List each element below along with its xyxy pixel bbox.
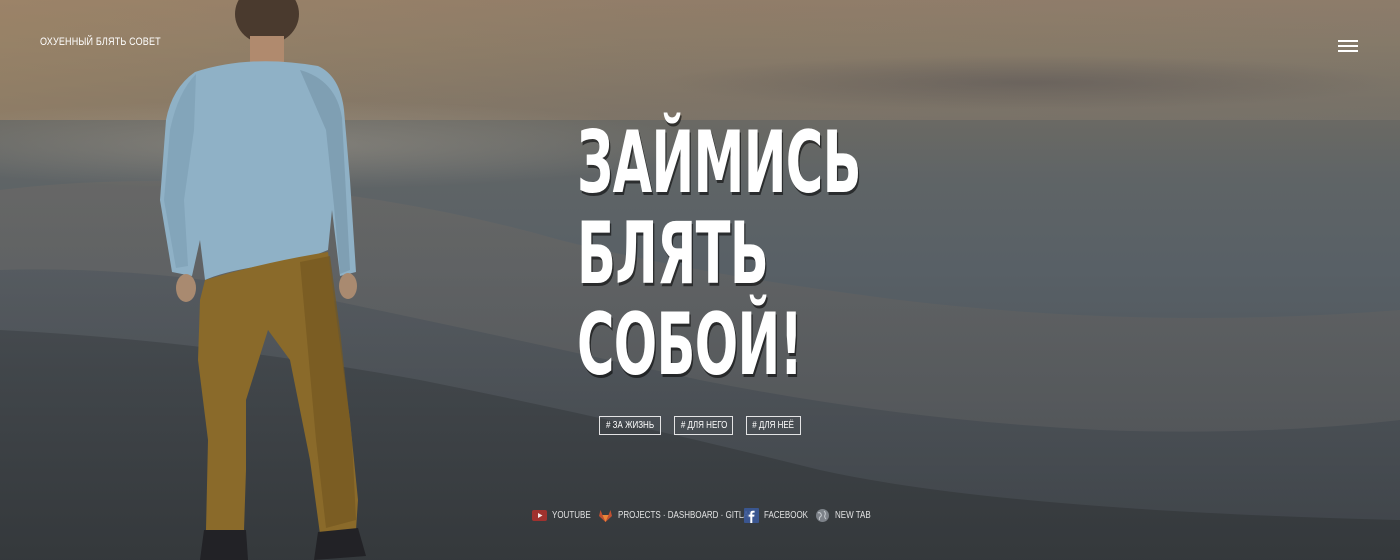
headline-line-2: БЛЯТЬ (577, 204, 769, 304)
tag-label: # ДЛЯ НЕЁ (752, 420, 795, 431)
bookmarks-bar: YOUTUBE PROJECTS · DASHBOARD · GITLAB FA… (532, 507, 892, 525)
hamburger-menu-icon[interactable] (1336, 38, 1360, 54)
bookmark-label: YOUTUBE (552, 510, 591, 521)
bookmark-label: NEW TAB (835, 510, 871, 521)
bookmark-label: PROJECTS · DASHBOARD · GITLAB (618, 510, 755, 521)
tag-list: # ЗА ЖИЗНЬ # ДЛЯ НЕГО # ДЛЯ НЕЁ (599, 416, 859, 436)
page: ОХУЕННЫЙ БЛЯТЬ СОВЕТ ЗАЙМИСЬ БЛЯТЬ СОБОЙ… (0, 0, 1400, 560)
headline-line-3: СОБОЙ! (577, 295, 803, 395)
tag-for-life[interactable]: # ЗА ЖИЗНЬ (599, 416, 661, 435)
menu-bar-bottom (1338, 50, 1358, 52)
bookmark-facebook[interactable]: FACEBOOK (744, 507, 809, 525)
bookmark-label: FACEBOOK (764, 510, 809, 521)
menu-bar-middle (1338, 45, 1358, 47)
site-title[interactable]: ОХУЕННЫЙ БЛЯТЬ СОВЕТ (40, 36, 161, 48)
gitlab-icon (599, 510, 612, 522)
tag-for-her[interactable]: # ДЛЯ НЕЁ (746, 416, 801, 435)
facebook-icon (744, 508, 759, 523)
hero-headline: ЗАЙМИСЬ БЛЯТЬ СОБОЙ! (577, 113, 862, 395)
tag-label: # ДЛЯ НЕГО (680, 420, 728, 431)
menu-bar-top (1338, 40, 1358, 42)
headline-line-1: ЗАЙМИСЬ (577, 113, 862, 213)
tag-for-him[interactable]: # ДЛЯ НЕГО (674, 416, 733, 435)
bookmark-new-tab[interactable]: NEW TAB (815, 507, 875, 525)
bookmark-gitlab[interactable]: PROJECTS · DASHBOARD · GITLAB (598, 507, 754, 525)
bookmark-youtube[interactable]: YOUTUBE (532, 507, 592, 525)
youtube-icon (532, 510, 547, 521)
globe-icon (816, 509, 829, 522)
tag-label: # ЗА ЖИЗНЬ (606, 420, 655, 431)
